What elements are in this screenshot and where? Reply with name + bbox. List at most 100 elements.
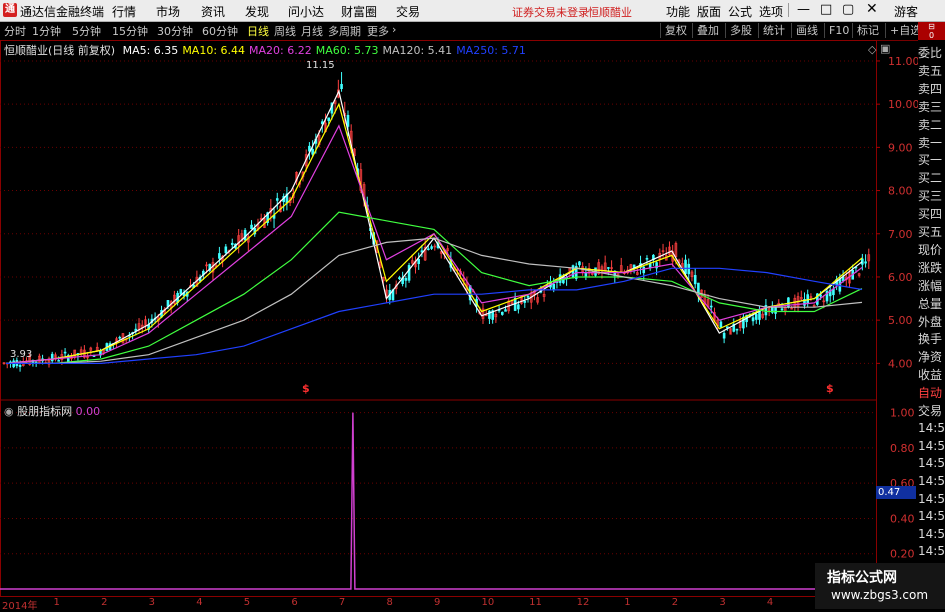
candle-body: [523, 300, 527, 303]
candle-body: [50, 353, 54, 362]
login-status[interactable]: 证券交易未登录: [512, 4, 589, 20]
overlay-button[interactable]: 叠加: [692, 23, 723, 38]
signal-marker: $: [826, 382, 834, 395]
period-1min[interactable]: 1分钟: [32, 23, 61, 39]
menu-item-wealth[interactable]: 财富圈: [341, 3, 377, 20]
stats-button[interactable]: 统计: [758, 23, 789, 38]
chevron-right-icon[interactable]: ›: [392, 23, 396, 36]
candle-body: [504, 309, 507, 312]
close-icon[interactable]: ✕: [866, 1, 878, 17]
quote-field-label: 委比: [918, 46, 943, 60]
menu-item-news[interactable]: 资讯: [201, 3, 225, 20]
watermark-url: www.zbgs3.com: [831, 588, 929, 602]
candle-body: [63, 351, 67, 354]
quote-side-panel: ⊟ 0 委比 卖五 卖四 卖三 卖二 卖一 买一 买二 买三 买四 买五 现价 涨跌 涨幅 总量 外盘 换手 净资收…: [918, 22, 945, 592]
quote-field-label: 换手: [918, 332, 943, 347]
menu-options[interactable]: 选项: [759, 3, 783, 20]
candle-body: [719, 321, 723, 328]
indicator-line: [0, 412, 876, 590]
indicator-tick-label: 1.00: [890, 407, 915, 420]
period-30min[interactable]: 30分钟: [157, 23, 193, 39]
indicator-tick-label: 0.20: [890, 548, 915, 561]
menu-layout[interactable]: 版面: [697, 3, 721, 20]
y-tick-label: 9.00: [888, 141, 913, 154]
time-axis-label: 2: [101, 597, 108, 608]
candle-body: [500, 311, 504, 315]
mark-button[interactable]: 标记: [852, 23, 883, 38]
quote-field-label: 卖四: [918, 81, 943, 96]
period-15min[interactable]: 15分钟: [112, 23, 148, 39]
menu-item-trade[interactable]: 交易: [396, 3, 420, 20]
quote-field-label: 买二: [918, 171, 943, 186]
menu-function[interactable]: 功能: [666, 3, 690, 20]
restore-icon[interactable]: □: [820, 2, 832, 17]
draw-button[interactable]: 画线: [791, 23, 822, 38]
period-5min[interactable]: 5分钟: [72, 23, 101, 39]
menu-formula[interactable]: 公式: [728, 3, 752, 20]
trade-tick-label: 14:56: [918, 491, 945, 506]
period-multi[interactable]: 多周期: [328, 23, 361, 39]
trade-tick-label: 自动: [918, 386, 943, 400]
period-more[interactable]: 更多: [367, 23, 389, 39]
kline-chart[interactable]: $ $ 11.00 10.00 9.00 8.00 7.00 6.00 5.00 4.00 1.0…: [0, 40, 918, 597]
candle-body: [18, 364, 22, 367]
period-60min[interactable]: 60分钟: [202, 23, 238, 39]
menu-item-market[interactable]: 市场: [156, 3, 180, 20]
time-axis-label: 9: [434, 597, 441, 608]
menu-item-quotes[interactable]: 行情: [112, 3, 136, 20]
menu-bar: 通 通达信金融终端 行情 市场 资讯 发现 问小达 财富圈 交易 证券交易未登录…: [0, 0, 945, 22]
candle-body: [118, 336, 122, 339]
candle-body: [404, 277, 408, 281]
multi-stock-button[interactable]: 多股: [725, 23, 756, 38]
period-timeshare[interactable]: 分时: [4, 23, 26, 39]
indicator-value: 0.00: [75, 405, 101, 418]
time-axis-label: 11: [529, 597, 542, 608]
time-axis: 2014年123456789101112123456: [0, 597, 876, 612]
quote-field-label: 收益: [918, 368, 943, 383]
candle-body: [340, 84, 343, 90]
maximize-icon[interactable]: ▢: [842, 2, 854, 17]
menu-item-ask[interactable]: 问小达: [288, 3, 324, 20]
ma-legend: 恒顺醋业(日线 前复权) MA5: 6.35 MA10: 6.44 MA20: 6.…: [4, 42, 534, 58]
quote-field-label: 涨跌: [918, 260, 943, 275]
time-axis-label: 3: [148, 597, 156, 608]
quote-field-label: 卖三: [918, 99, 943, 114]
candle-body: [224, 246, 228, 254]
cursor-value-badge: 0.47: [876, 486, 916, 499]
time-axis-label: 4: [766, 597, 774, 608]
menu-item-discover[interactable]: 发现: [245, 3, 269, 20]
settings-diamond-icon[interactable]: ◇: [868, 43, 876, 56]
trade-tick-label: 14:56: [918, 474, 945, 488]
time-axis-label: 1: [624, 597, 631, 608]
guest-label[interactable]: 游客: [894, 3, 918, 20]
candle-body: [517, 304, 520, 310]
candle-body: [648, 263, 652, 268]
f10-button[interactable]: F10: [824, 23, 853, 38]
period-monthly[interactable]: 月线: [301, 23, 323, 39]
quote-field-label: 卖一: [918, 135, 943, 150]
candle-body: [230, 242, 234, 245]
ma-legend-item: MA250: 5.71: [456, 44, 526, 57]
period-weekly[interactable]: 周线: [274, 23, 296, 39]
period-daily[interactable]: 日线: [247, 23, 269, 39]
indicator-toggle-icon[interactable]: ◉: [4, 405, 14, 418]
collapse-icon[interactable]: ▣: [880, 42, 890, 55]
candle-body: [754, 314, 758, 320]
time-axis-label: 10: [481, 597, 495, 608]
candle-body: [774, 306, 777, 314]
candle-body: [346, 114, 350, 127]
candle-body: [684, 259, 687, 274]
candle-body: [166, 300, 170, 307]
app-logo-icon: 通: [3, 3, 17, 17]
watermark-title: 指标公式网: [827, 570, 897, 586]
minimize-icon[interactable]: —: [797, 2, 810, 17]
candle-body: [735, 328, 739, 331]
quote-field-label: 涨幅: [918, 278, 943, 293]
panel-header-icon[interactable]: ⊟ 0: [918, 22, 945, 40]
time-axis-label: 4: [196, 597, 203, 608]
time-axis-label: 8: [386, 597, 393, 608]
adjust-button[interactable]: 复权: [660, 23, 691, 38]
candle-body: [806, 294, 810, 304]
candle-body: [526, 295, 530, 298]
candle-body: [607, 267, 610, 269]
